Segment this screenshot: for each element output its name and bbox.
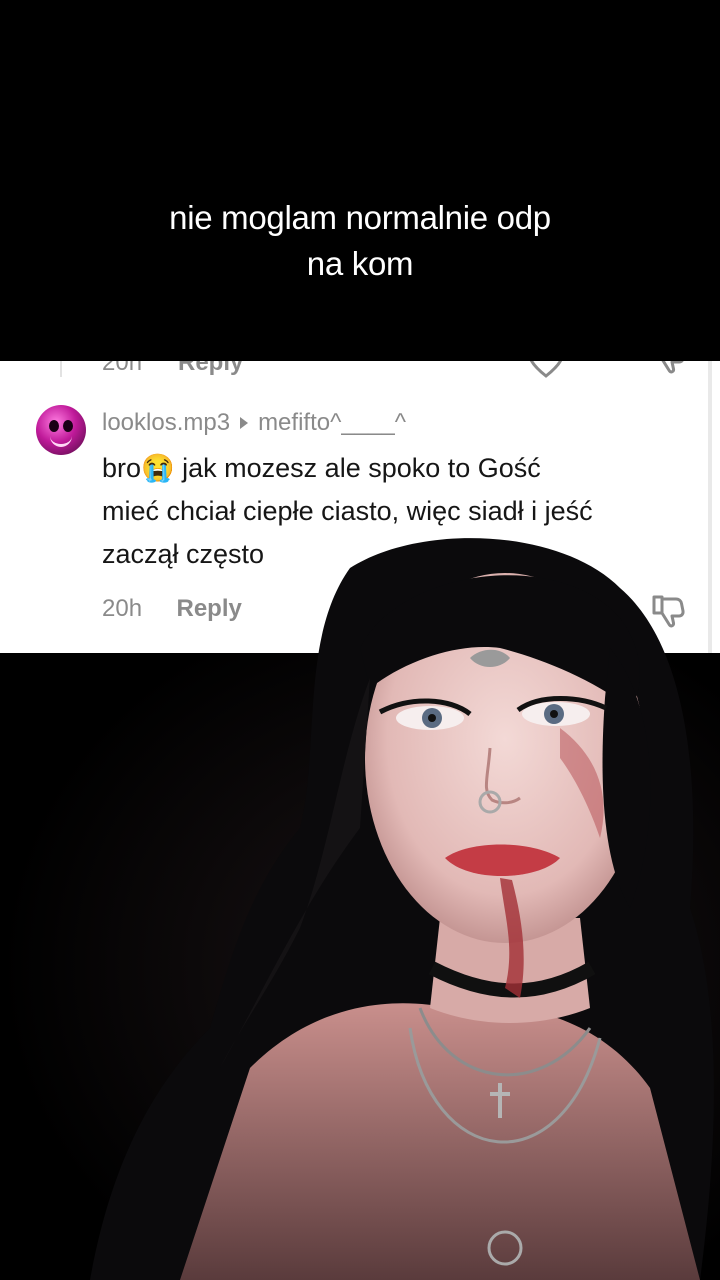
reply-arrow-icon (240, 416, 249, 429)
replied-to-username[interactable]: mefifto^____^ (258, 409, 406, 436)
comment-body-line: bro😭 jak mozesz ale spoko to Gość (102, 453, 541, 483)
previous-comment-time: 20h (102, 361, 143, 376)
video-caption: nie moglam normalnie odp na kom (0, 195, 720, 287)
avatar-eye (49, 420, 59, 432)
caption-line-1: nie moglam normalnie odp (169, 199, 551, 236)
heart-icon[interactable] (526, 361, 566, 379)
creator-cutout-image (0, 528, 720, 1280)
creator-illustration (90, 538, 714, 1280)
comment-username[interactable]: looklos.mp3 (102, 409, 230, 436)
previous-comment-footer: 20h Reply (0, 361, 720, 383)
avatar-eye (63, 420, 73, 432)
dislike-icon[interactable] (650, 361, 686, 375)
comment-body-line: mieć chciał ciepłe ciasto, więc siadł i … (102, 496, 593, 526)
caption-line-2: na kom (306, 245, 414, 282)
comment-header: looklos.mp3 mefifto^____^ (102, 409, 406, 437)
previous-reply-button[interactable]: Reply (178, 361, 243, 377)
avatar-mouth (50, 435, 72, 447)
avatar[interactable] (36, 405, 86, 455)
thread-line (60, 361, 62, 377)
